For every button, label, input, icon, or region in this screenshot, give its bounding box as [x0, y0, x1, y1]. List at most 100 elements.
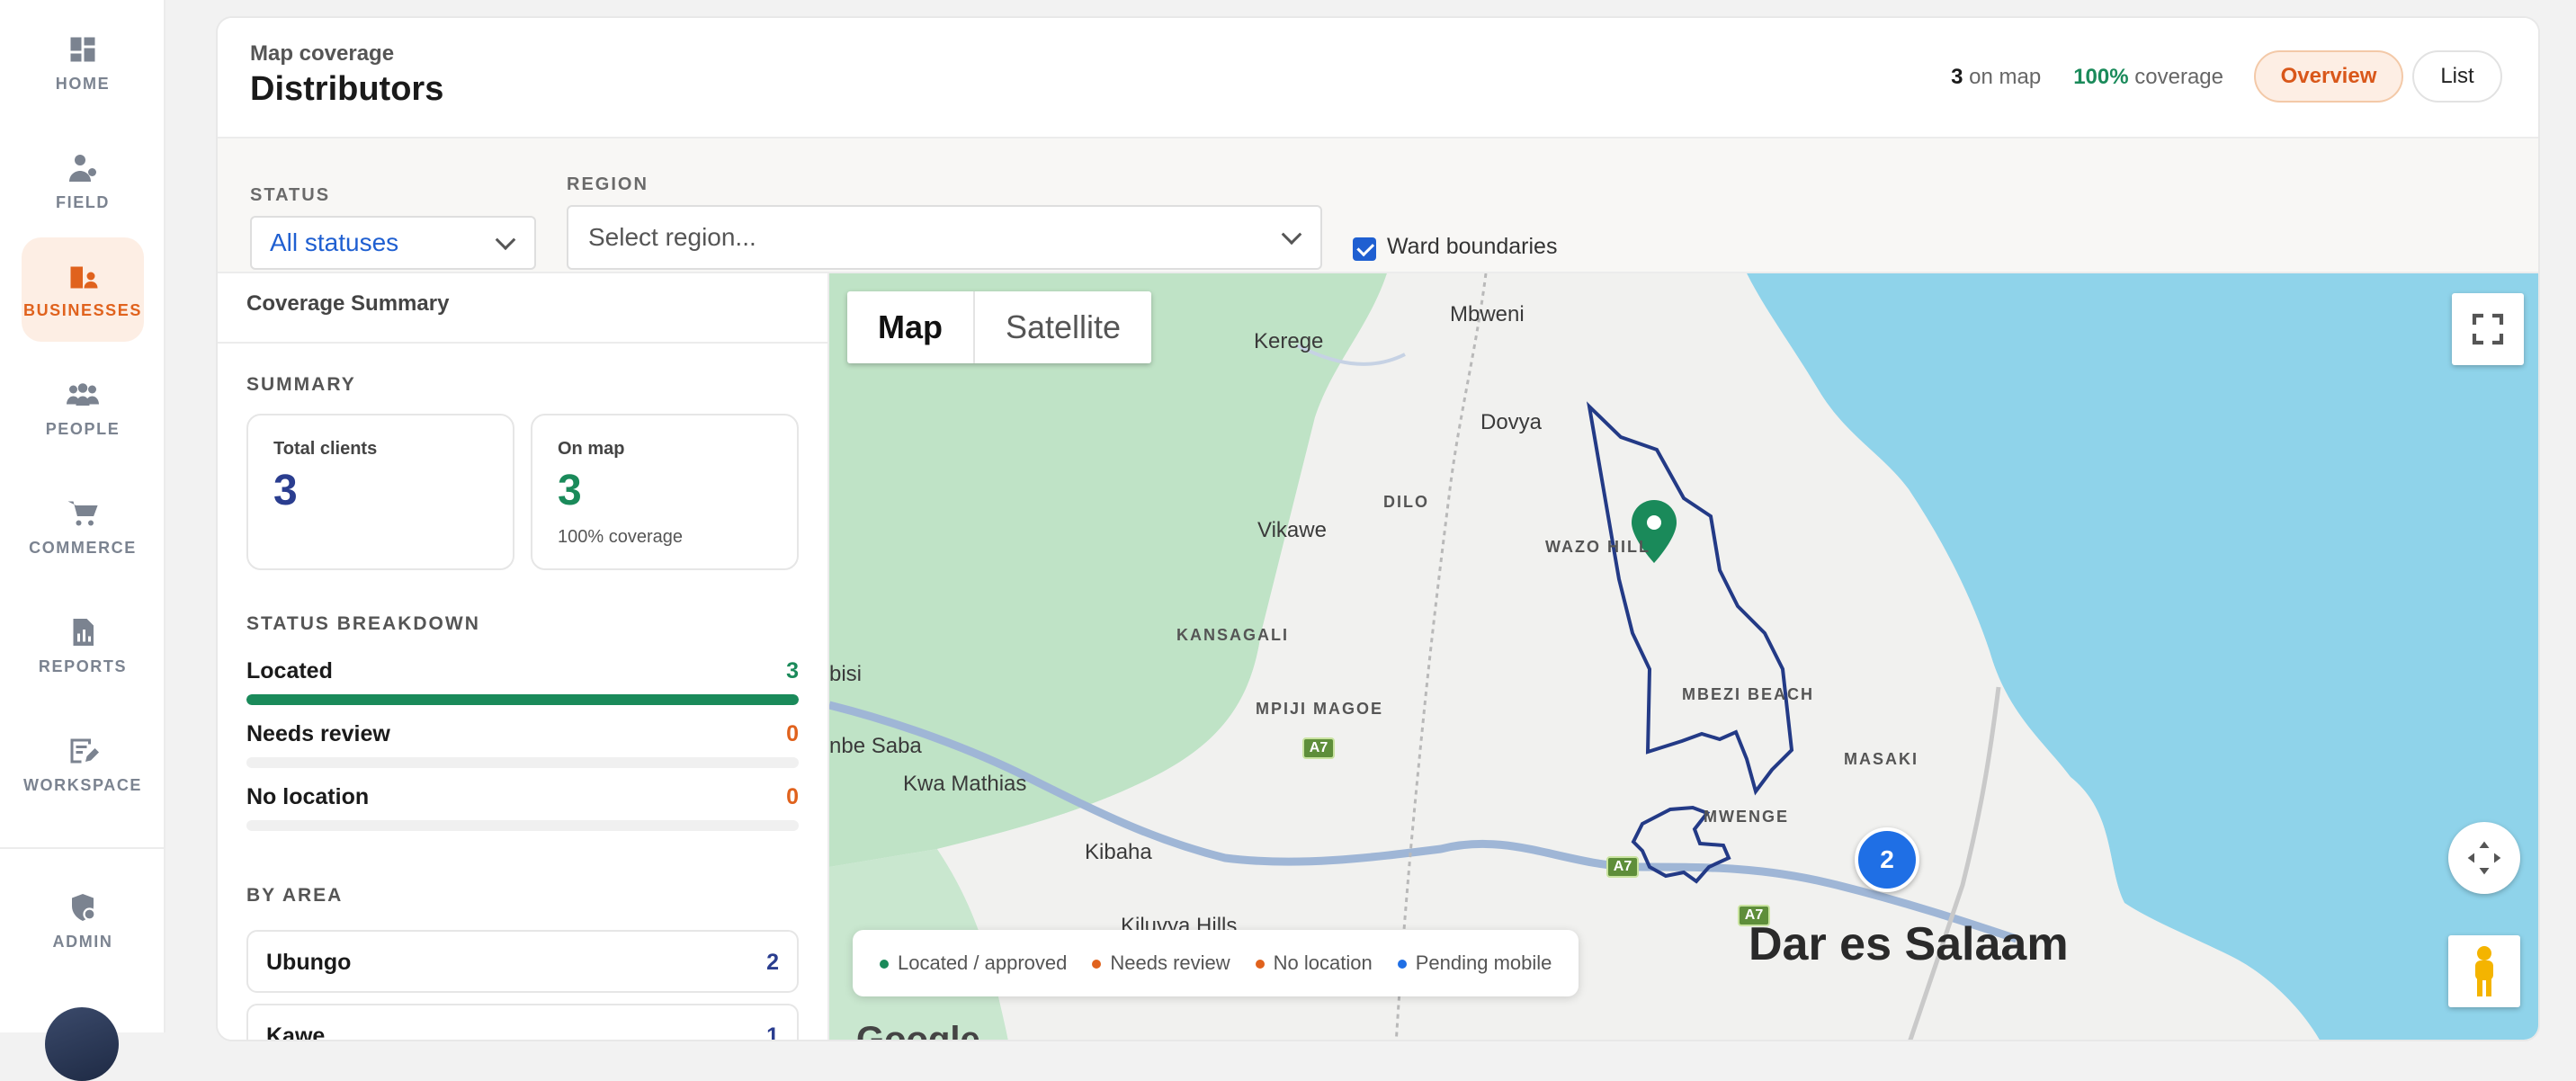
- sidebar: HOME FIELD BUSINESSES PEOPLE COMMERCE RE…: [0, 0, 165, 1081]
- sidebar-item-label: WORKSPACE: [22, 775, 143, 794]
- progress-track: [246, 820, 799, 831]
- chevron-down-icon: [1281, 224, 1302, 246]
- people-icon: [67, 382, 99, 406]
- map-label: Vikawe: [1257, 518, 1327, 542]
- map-label: nbe Saba: [829, 734, 922, 758]
- map-label: Kibaha: [1085, 840, 1152, 864]
- legend-dot: [1092, 960, 1102, 969]
- sidebar-item-label: HOME: [55, 74, 111, 93]
- sidebar-item-workspace[interactable]: WORKSPACE: [22, 712, 144, 817]
- sidebar-item-reports[interactable]: REPORTS: [22, 594, 144, 698]
- grid-icon: [70, 37, 95, 61]
- region-select-placeholder: Select region...: [588, 223, 756, 251]
- status-filter-label: STATUS: [250, 185, 331, 205]
- map-label: Kerege: [1254, 329, 1324, 353]
- map-label: bisi: [829, 662, 863, 686]
- admin-shield-icon: [72, 893, 96, 921]
- total-clients-value: 3: [273, 467, 298, 514]
- area-row-ubungo[interactable]: Ubungo 2: [246, 930, 799, 993]
- fullscreen-button[interactable]: [2452, 293, 2524, 365]
- avatar[interactable]: [45, 1007, 119, 1081]
- on-map-subtext: 100% coverage: [558, 527, 683, 547]
- status-select-value: All statuses: [270, 228, 399, 256]
- area-count: 1: [766, 1023, 779, 1041]
- pan-arrows-icon: [2467, 841, 2501, 875]
- breakdown-label: No location: [246, 784, 370, 809]
- sidebar-item-label: REPORTS: [38, 657, 128, 675]
- building-icon: [70, 266, 98, 288]
- marker-cluster[interactable]: 2: [1855, 827, 1919, 892]
- total-clients-label: Total clients: [273, 439, 378, 459]
- ward-boundaries-label[interactable]: Ward boundaries: [1387, 234, 1557, 260]
- status-select[interactable]: All statuses: [250, 216, 536, 270]
- map-type-map-button[interactable]: Map: [847, 291, 975, 363]
- sidebar-item-label: ADMIN: [52, 932, 113, 951]
- page-header: Map coverage Distributors 3 on map 100% …: [218, 18, 2538, 138]
- area-label: Kawe: [266, 1023, 326, 1041]
- filter-bar: STATUS All statuses REGION Select region…: [218, 138, 2538, 273]
- map-label: Mbweni: [1450, 302, 1525, 326]
- google-logo: Google: [856, 1020, 980, 1041]
- main-card: Map coverage Distributors 3 on map 100% …: [216, 16, 2540, 1041]
- breakdown-value: 3: [786, 658, 799, 683]
- progress-fill: [246, 694, 799, 705]
- map-label: DILO: [1383, 493, 1429, 511]
- sidebar-item-admin[interactable]: ADMIN: [22, 869, 144, 973]
- area-row-kawe[interactable]: Kawe 1: [246, 1004, 799, 1041]
- on-map-stat: 3 on map: [1951, 65, 2042, 89]
- map-type-control: Map Satellite: [847, 291, 1152, 363]
- divider: [218, 342, 827, 344]
- map-label-city: Dar es Salaam: [1749, 918, 2069, 970]
- ward-boundaries-checkbox[interactable]: [1353, 237, 1376, 261]
- map-legend: Located / approved Needs review No locat…: [853, 930, 1579, 996]
- area-label: Ubungo: [266, 950, 352, 975]
- sidebar-item-label: PEOPLE: [45, 419, 121, 438]
- report-icon: [73, 618, 94, 646]
- on-map-card: On map 3 100% coverage: [531, 414, 799, 570]
- legend-item: No location: [1255, 951, 1373, 975]
- coverage-summary-panel: Coverage Summary SUMMARY Total clients 3…: [218, 273, 829, 1041]
- coverage-stat: 100% coverage: [2073, 65, 2223, 89]
- cart-icon: [67, 501, 98, 525]
- map-canvas: [829, 273, 2538, 1040]
- breakdown-label: Needs review: [246, 721, 390, 746]
- sidebar-item-commerce[interactable]: COMMERCE: [22, 475, 144, 579]
- total-clients-card: Total clients 3: [246, 414, 514, 570]
- on-map-label: On map: [558, 439, 625, 459]
- panel-title: Coverage Summary: [246, 291, 450, 316]
- page-title: Distributors: [250, 70, 444, 108]
- list-button[interactable]: List: [2412, 50, 2502, 103]
- progress-track: [246, 757, 799, 768]
- sidebar-divider: [0, 847, 164, 849]
- sidebar-item-home[interactable]: HOME: [22, 11, 144, 115]
- by-area-label: BY AREA: [246, 885, 344, 906]
- sidebar-item-businesses[interactable]: BUSINESSES: [22, 237, 144, 342]
- map-type-satellite-button[interactable]: Satellite: [975, 291, 1151, 363]
- sidebar-item-label: FIELD: [56, 192, 110, 211]
- field-agent-icon: [69, 154, 96, 182]
- map-label: MASAKI: [1844, 750, 1919, 768]
- pegman-icon: [2475, 946, 2493, 996]
- chevron-down-icon: [495, 229, 516, 251]
- page-kicker: Map coverage: [250, 41, 395, 66]
- map-label: WAZO HILL: [1545, 538, 1650, 556]
- breakdown-value: 0: [786, 784, 799, 809]
- map-view[interactable]: Map Satellite Mbweni Kerege Dovya DILO V…: [829, 273, 2538, 1041]
- region-select[interactable]: Select region...: [567, 205, 1322, 270]
- map-label: MWENGE: [1704, 808, 1789, 826]
- map-label: Dovya: [1480, 410, 1543, 434]
- status-breakdown-label: STATUS BREAKDOWN: [246, 613, 480, 634]
- sidebar-item-field[interactable]: FIELD: [22, 130, 144, 234]
- overview-button[interactable]: Overview: [2254, 50, 2403, 103]
- sidebar-item-label: BUSINESSES: [22, 300, 143, 319]
- legend-dot: [1397, 960, 1407, 969]
- street-view-pegman-button[interactable]: [2448, 935, 2520, 1007]
- progress-track: [246, 694, 799, 705]
- camera-control-button[interactable]: [2448, 822, 2520, 894]
- fullscreen-icon: [2472, 313, 2504, 345]
- map-label: MPIJI MAGOE: [1256, 700, 1384, 718]
- sidebar-item-people[interactable]: PEOPLE: [22, 356, 144, 460]
- summary-section-label: SUMMARY: [246, 374, 356, 395]
- legend-item: Located / approved: [880, 951, 1067, 975]
- legend-dot: [880, 960, 889, 969]
